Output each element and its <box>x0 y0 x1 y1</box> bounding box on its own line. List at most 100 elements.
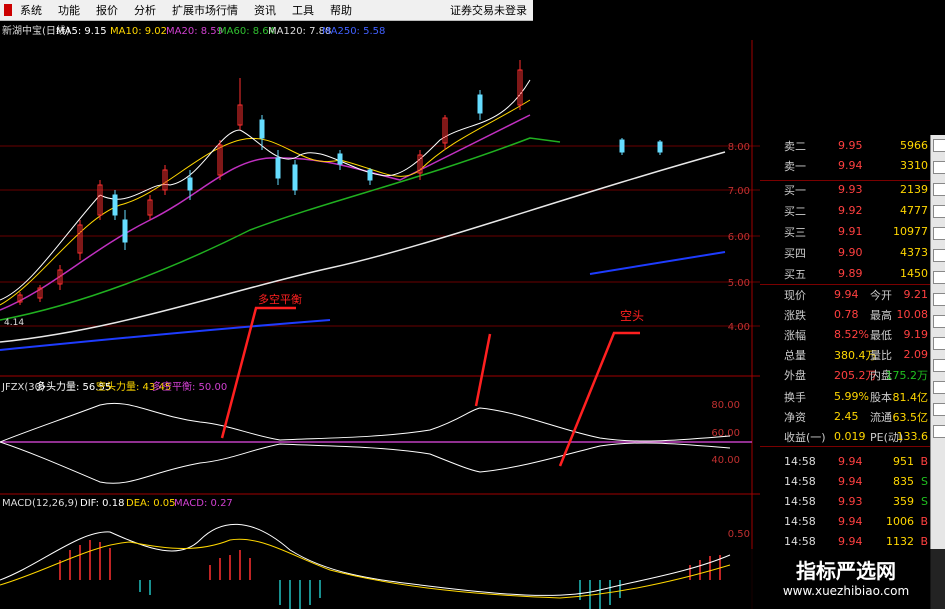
book-price: 9.95 <box>838 139 863 152</box>
toolbar-button-icon[interactable] <box>933 293 945 306</box>
stat-row: 净资 2.45 流通 63.5亿 <box>760 408 930 425</box>
stat-label: 涨跌 <box>784 308 806 322</box>
ind-y-40: 40.00 <box>711 455 740 466</box>
book-volume: 4373 <box>900 246 928 259</box>
book-volume: 3310 <box>900 159 928 172</box>
tick-row: 14:58 9.93 359 S <box>760 493 930 510</box>
annotation-short-text: 空头 <box>620 309 644 323</box>
toolbar-button-icon[interactable] <box>933 337 945 350</box>
menu-item-help[interactable]: 帮助 <box>322 2 360 18</box>
toolbar-button-icon[interactable] <box>933 271 945 284</box>
tick-side: B <box>920 535 928 548</box>
watermark-title: 指标严选网 <box>796 559 896 583</box>
tick-row: 14:58 9.94 951 B <box>760 453 930 470</box>
book-label: 买一 <box>784 183 806 197</box>
stat-value: 5.99% <box>834 390 869 403</box>
macd-value-label: MACD: 0.27 <box>174 498 233 509</box>
trade-login-status[interactable]: 证券交易未登录 <box>450 2 533 18</box>
tick-time: 14:58 <box>784 495 816 508</box>
stat-label: 收益(一) <box>784 430 826 444</box>
macd-dif-label: DIF: 0.18 <box>80 498 124 509</box>
book-volume: 4777 <box>900 204 928 217</box>
order-book-row[interactable]: 买三 9.91 10977 <box>760 223 930 240</box>
ma10-label: MA10: 9.02 <box>110 26 167 37</box>
ma10-line <box>0 99 531 306</box>
stat-label: 股本 <box>870 390 892 404</box>
book-price: 9.90 <box>838 246 863 259</box>
ma60-label: MA60: 8.64 <box>218 26 275 37</box>
book-label: 卖二 <box>784 139 806 153</box>
menu-bar: 系统 功能 报价 分析 扩展市场行情 资讯 工具 帮助 证券交易未登录 <box>0 0 533 21</box>
menu-item-quote[interactable]: 报价 <box>88 2 126 18</box>
toolbar-button-icon[interactable] <box>933 205 945 218</box>
tick-price: 9.94 <box>838 475 863 488</box>
book-volume: 10977 <box>893 225 928 238</box>
tick-volume: 1132 <box>886 535 914 548</box>
menu-item-tools[interactable]: 工具 <box>284 2 322 18</box>
book-price: 9.93 <box>838 183 863 196</box>
order-book-row[interactable]: 卖一 9.94 3310 <box>760 157 930 174</box>
tick-time: 14:58 <box>784 455 816 468</box>
kline-chart-svg[interactable]: 新湖中宝(日线) MA5: 9.15 MA10: 9.02 MA20: 8.59… <box>0 20 760 609</box>
book-price: 9.89 <box>838 267 863 280</box>
stat-value: 2.09 <box>903 348 929 361</box>
order-book-row[interactable]: 买一 9.93 2139 <box>760 181 930 198</box>
short-force-line <box>0 441 731 484</box>
stat-value: 8.52% <box>834 328 869 341</box>
macd-histogram <box>59 540 721 609</box>
macd-y-label: 0.50 <box>728 529 750 540</box>
menu-item-function[interactable]: 功能 <box>50 2 88 18</box>
ma120-line <box>0 151 726 343</box>
book-volume: 1450 <box>900 267 928 280</box>
app-logo-icon <box>4 4 12 16</box>
tick-volume: 951 <box>893 455 914 468</box>
y-label-6: 6.00 <box>728 232 750 243</box>
order-book-row[interactable]: 卖二 9.95 5966 <box>760 137 930 154</box>
toolbar-button-icon[interactable] <box>933 183 945 196</box>
stat-value: 10.08 <box>896 308 929 321</box>
toolbar-button-icon[interactable] <box>933 161 945 174</box>
toolbar-button-icon[interactable] <box>933 403 945 416</box>
toolbar-button-icon[interactable] <box>933 139 945 152</box>
ma5-label: MA5: 9.15 <box>56 26 107 37</box>
side-toolbar <box>930 135 945 609</box>
stat-value: 0.019 <box>834 430 866 443</box>
macd-header: MACD(12,26,9) <box>2 498 78 509</box>
toolbar-button-icon[interactable] <box>933 315 945 328</box>
quote-panel: 卖二 9.95 5966 卖一 9.94 3310 买一 9.93 2139 买… <box>760 135 930 609</box>
stat-label: 外盘 <box>784 368 806 382</box>
y-label-5: 5.00 <box>728 278 750 289</box>
ma250-line <box>0 251 726 351</box>
toolbar-button-icon[interactable] <box>933 425 945 438</box>
menu-item-info[interactable]: 资讯 <box>246 2 284 18</box>
toolbar-button-icon[interactable] <box>933 359 945 372</box>
order-book-row[interactable]: 买四 9.90 4373 <box>760 244 930 261</box>
toolbar-button-icon[interactable] <box>933 249 945 262</box>
order-book-row[interactable]: 买五 9.89 1450 <box>760 265 930 282</box>
stat-value: 0.78 <box>834 308 859 321</box>
annotation-balance-text: 多空平衡 <box>258 292 302 306</box>
toolbar-button-icon[interactable] <box>933 381 945 394</box>
tick-price: 9.93 <box>838 495 863 508</box>
stats-divider <box>760 284 930 285</box>
order-book-row[interactable]: 买二 9.92 4777 <box>760 202 930 219</box>
balance-label: 多空平衡: 50.00 <box>152 380 227 393</box>
menu-item-analysis[interactable]: 分析 <box>126 2 164 18</box>
watermark: 指标严选网 www.xuezhibiao.com <box>747 549 945 609</box>
menu-item-extended-market[interactable]: 扩展市场行情 <box>164 2 246 18</box>
stat-label: 净资 <box>784 410 806 424</box>
stat-label: 今开 <box>870 288 892 302</box>
stat-row: 涨跌 0.78 最高 10.08 <box>760 306 930 323</box>
book-label: 买四 <box>784 246 806 260</box>
menu-item-system[interactable]: 系统 <box>12 2 50 18</box>
y-label-4: 4.00 <box>728 322 750 333</box>
book-label: 买二 <box>784 204 806 218</box>
tick-side: S <box>921 495 928 508</box>
stat-row: 涨幅 8.52% 最低 9.19 <box>760 326 930 343</box>
ma250-label: MA250: 5.58 <box>322 26 385 37</box>
chart-area[interactable]: 新湖中宝(日线) MA5: 9.15 MA10: 9.02 MA20: 8.59… <box>0 20 760 609</box>
stat-value: 175.2万 <box>885 368 929 382</box>
tick-row: 14:58 9.94 835 S <box>760 473 930 490</box>
toolbar-button-icon[interactable] <box>933 227 945 240</box>
tick-time: 14:58 <box>784 535 816 548</box>
